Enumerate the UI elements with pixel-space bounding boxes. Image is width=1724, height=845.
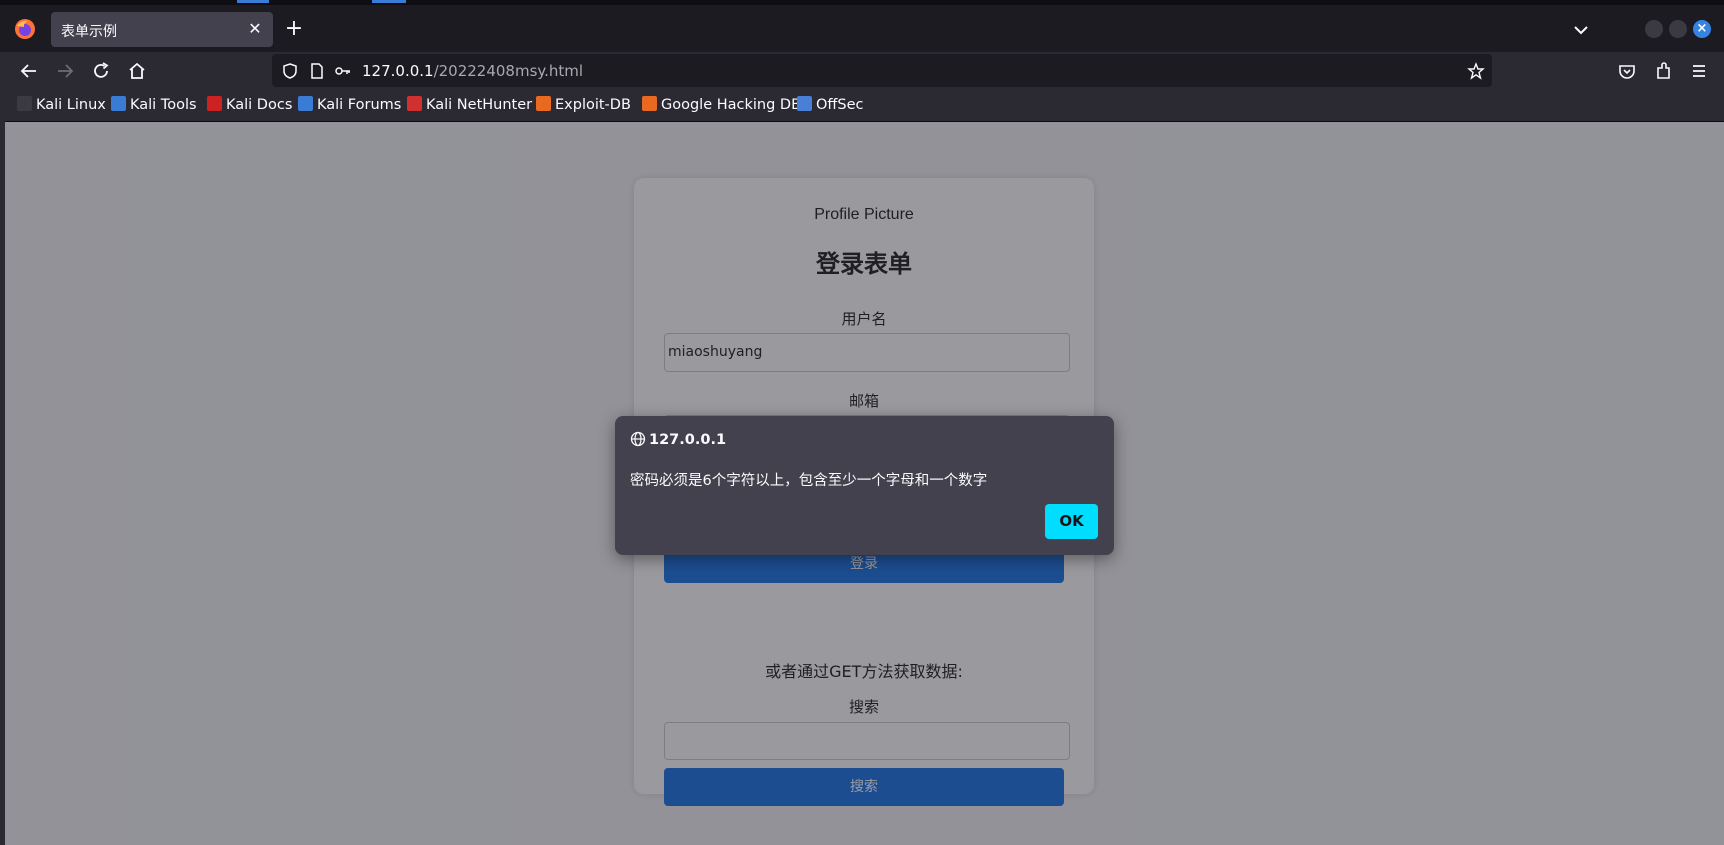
forward-arrow-icon[interactable]: [53, 59, 77, 83]
bookmark-google-hacking-db[interactable]: Google Hacking DB: [642, 96, 801, 116]
back-arrow-icon[interactable]: [17, 59, 41, 83]
dialog-origin: 127.0.0.1: [630, 431, 726, 448]
ghdb-icon: [642, 96, 657, 111]
page-icon[interactable]: [308, 62, 326, 80]
close-tab-icon[interactable]: ✕: [245, 19, 265, 39]
kali-docs-icon: [207, 96, 222, 111]
taskbar-indicator: [372, 0, 406, 3]
dialog-message: 密码必须是6个字符以上，包含至少一个字母和一个数字: [630, 473, 988, 489]
ok-button[interactable]: OK: [1045, 504, 1098, 539]
taskbar-indicator: [237, 0, 269, 3]
maximize-button[interactable]: [1669, 20, 1687, 38]
url-path: /20222408msy.html: [433, 62, 584, 80]
bookmark-label: Kali Docs: [226, 97, 293, 113]
tab-active[interactable]: 表单示例 ✕: [51, 12, 273, 47]
bookmark-offsec[interactable]: OffSec: [797, 96, 864, 116]
bookmark-label: Kali Forums: [317, 97, 402, 113]
url-host: 127.0.0.1: [362, 62, 434, 80]
extensions-icon[interactable]: [1651, 59, 1675, 83]
navigation-toolbar: 127.0.0.1/20222408msy.html: [0, 52, 1724, 89]
url-text[interactable]: 127.0.0.1/20222408msy.html: [362, 62, 583, 80]
home-icon[interactable]: [125, 59, 149, 83]
reload-icon[interactable]: [89, 59, 113, 83]
new-tab-button[interactable]: +: [283, 18, 305, 41]
key-icon[interactable]: [334, 62, 352, 80]
pocket-icon[interactable]: [1615, 59, 1639, 83]
firefox-icon[interactable]: [14, 18, 36, 40]
nethunter-icon: [407, 96, 422, 111]
bookmark-kali-forums[interactable]: Kali Forums: [298, 96, 401, 116]
bookmark-label: Google Hacking DB: [661, 97, 802, 113]
kali-dragon-icon: [17, 96, 32, 111]
chevron-down-icon[interactable]: [1570, 21, 1592, 39]
bookmark-kali-docs[interactable]: Kali Docs: [207, 96, 292, 116]
kali-forums-icon: [298, 96, 313, 111]
close-window-button[interactable]: ×: [1693, 20, 1711, 38]
dialog-origin-text: 127.0.0.1: [649, 432, 727, 448]
exploit-db-icon: [536, 96, 551, 111]
globe-icon: [630, 431, 646, 447]
bookmark-exploit-db[interactable]: Exploit-DB: [536, 96, 631, 116]
bookmark-label: Kali Linux: [36, 97, 106, 113]
menu-icon[interactable]: [1687, 59, 1711, 83]
kali-tools-icon: [111, 96, 126, 111]
minimize-button[interactable]: [1645, 20, 1663, 38]
bookmark-kali-nethunter[interactable]: Kali NetHunter: [407, 96, 532, 116]
address-bar[interactable]: 127.0.0.1/20222408msy.html: [272, 54, 1492, 87]
bookmarks-toolbar: Kali Linux Kali Tools Kali Docs Kali For…: [0, 89, 1724, 122]
alert-dialog: 127.0.0.1 密码必须是6个字符以上，包含至少一个字母和一个数字 OK: [615, 416, 1114, 555]
offsec-icon: [797, 96, 812, 111]
bookmark-kali-tools[interactable]: Kali Tools: [111, 96, 197, 116]
bookmark-label: Kali Tools: [130, 97, 197, 113]
star-icon[interactable]: [1467, 62, 1485, 80]
shield-icon[interactable]: [281, 62, 299, 80]
bookmark-label: OffSec: [816, 97, 864, 113]
tab-bar: 表单示例 ✕ + ×: [0, 5, 1724, 52]
bookmark-kali-linux[interactable]: Kali Linux: [17, 96, 106, 116]
bookmark-label: Exploit-DB: [555, 97, 631, 113]
bookmark-label: Kali NetHunter: [426, 97, 533, 113]
tab-title: 表单示例: [61, 24, 117, 40]
